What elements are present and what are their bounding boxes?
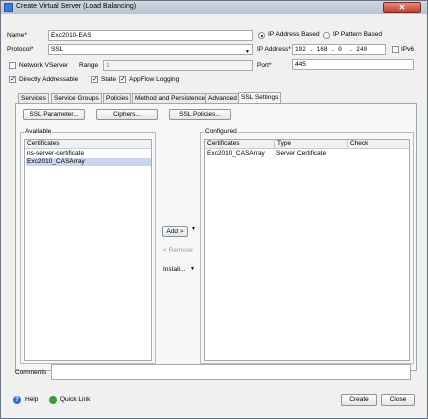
comments-label: Comments: [15, 369, 47, 376]
ip-address-based-label: IP Address Based: [268, 31, 320, 38]
list-item[interactable]: ns-server-certificate: [26, 150, 151, 158]
column-header-type: Type: [274, 140, 291, 148]
dialog-window: Create Virtual Server (Load Balancing) ✕…: [0, 0, 428, 419]
column-header-certificates: Certificates: [207, 140, 240, 147]
ssl-settings-panel: SSL Parameter... Ciphers... SSL Policies…: [15, 103, 417, 371]
ip-address-input[interactable]: 192 . 168 . 0 . 240: [292, 44, 386, 55]
quick-link[interactable]: Quick Link: [60, 396, 90, 403]
directly-addressable-label: Directly Addressable: [19, 76, 79, 83]
appflow-logging-label: AppFlow Logging: [129, 76, 180, 83]
chevron-down-icon: ▼: [245, 49, 250, 55]
ip-octet-1: 192: [295, 46, 306, 53]
title-bar: Create Virtual Server (Load Balancing) ✕: [1, 1, 427, 14]
name-input[interactable]: Exc2010-EAS: [48, 30, 253, 41]
tab-method-and-persistence[interactable]: Method and Persistence: [132, 93, 209, 103]
configured-group: Configured Certificates Type Check Exc20…: [200, 128, 414, 364]
protocol-label: Protocol*: [7, 46, 34, 53]
cell-type: Server Certificate: [276, 150, 327, 157]
available-group: Available Certificates ns-server-certifi…: [20, 128, 156, 364]
table-row[interactable]: Exc2010_CASArray Server Certificate: [206, 150, 409, 158]
protocol-select[interactable]: SSL ▼: [48, 44, 253, 55]
available-certificates-list[interactable]: Certificates ns-server-certificate Exc20…: [24, 139, 152, 361]
cell-certificate: Exc2010_CASArray: [207, 150, 265, 157]
name-label: Name*: [7, 32, 27, 39]
ip-octet-3: 0: [338, 46, 342, 53]
install-dropdown-icon[interactable]: ▼: [190, 266, 195, 272]
configured-title: Configured: [204, 128, 238, 135]
tab-service-groups[interactable]: Service Groups: [51, 93, 102, 103]
ip-address-label: IP Address*: [257, 46, 291, 53]
state-label: State: [101, 76, 117, 83]
protocol-value: SSL: [51, 46, 64, 53]
ciphers-button[interactable]: Ciphers...: [96, 109, 158, 120]
state-checkbox[interactable]: ✓: [91, 76, 98, 83]
quick-link-icon[interactable]: [49, 396, 57, 404]
ip-pattern-based-radio[interactable]: [323, 32, 330, 39]
add-dropdown-icon[interactable]: ▼: [191, 226, 196, 232]
list-item[interactable]: Exc2010_CASArray: [26, 158, 151, 166]
network-vserver-checkbox[interactable]: [9, 62, 16, 69]
remove-button[interactable]: < Remove: [163, 247, 193, 254]
ipv6-label: IPv6: [401, 46, 415, 53]
network-vserver-label: Network VServer: [19, 62, 69, 69]
directly-addressable-checkbox[interactable]: ✓: [9, 76, 16, 83]
ssl-policies-button[interactable]: SSL Policies...: [169, 109, 231, 120]
tab-services[interactable]: Services: [18, 93, 49, 103]
available-title: Available: [24, 128, 53, 135]
configured-certificates-table[interactable]: Certificates Type Check Exc2010_CASArray…: [204, 139, 410, 361]
add-button[interactable]: Add >: [162, 226, 188, 237]
port-label: Port*: [257, 62, 272, 69]
appflow-logging-checkbox[interactable]: ✓: [119, 76, 126, 83]
tab-ssl-settings[interactable]: SSL Settings: [238, 92, 282, 103]
window-title: Create Virtual Server (Load Balancing): [16, 3, 137, 10]
column-header-check: Check: [347, 140, 368, 148]
window-close-button[interactable]: ✕: [383, 2, 421, 13]
range-input[interactable]: 1: [103, 60, 253, 71]
close-button[interactable]: Close: [381, 394, 415, 406]
port-input[interactable]: 445: [292, 59, 414, 70]
install-button[interactable]: Install...: [163, 266, 185, 273]
ssl-parameter-button[interactable]: SSL Parameter...: [23, 109, 85, 120]
ip-pattern-based-label: IP Pattern Based: [333, 31, 383, 38]
ip-address-based-radio[interactable]: [258, 32, 265, 39]
tab-policies[interactable]: Policies: [103, 93, 132, 103]
ip-octet-4: 240: [356, 46, 368, 53]
app-icon: [4, 3, 13, 12]
available-column-header: Certificates: [25, 140, 151, 149]
ip-octet-2: 168: [316, 46, 328, 53]
help-icon[interactable]: ?: [13, 396, 21, 404]
range-label: Range: [79, 62, 99, 69]
comments-input[interactable]: [51, 364, 411, 380]
configured-table-header: Certificates Type Check: [205, 140, 409, 149]
ipv6-checkbox[interactable]: [392, 46, 399, 53]
dialog-body: Name* Exc2010-EAS Protocol* SSL ▼ Networ…: [5, 16, 423, 414]
create-button[interactable]: Create: [341, 394, 377, 406]
tab-advanced[interactable]: Advanced: [205, 93, 240, 103]
help-link[interactable]: Help: [25, 396, 38, 403]
